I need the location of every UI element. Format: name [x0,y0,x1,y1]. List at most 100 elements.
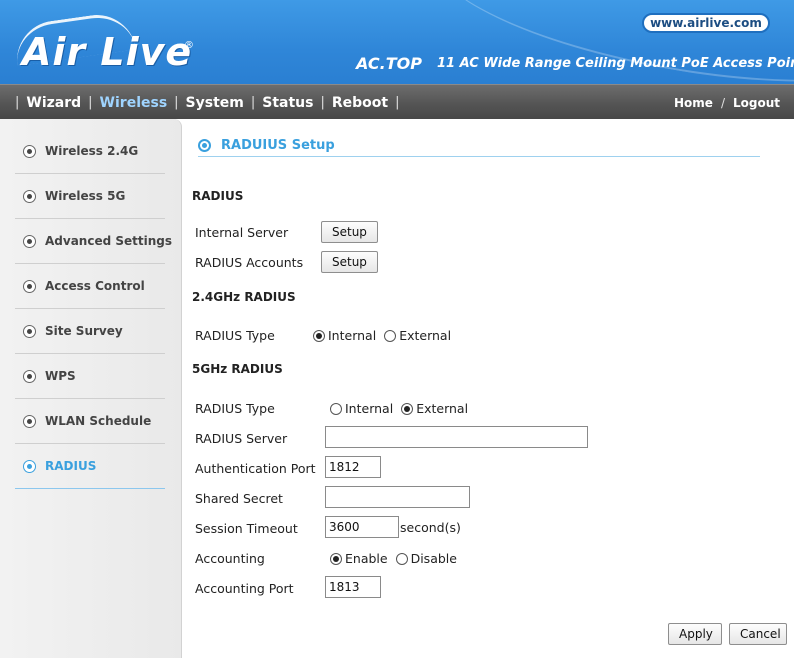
bullet-icon [23,279,36,293]
cancel-button[interactable]: Cancel [729,623,787,645]
auth-port-label: Authentication Port [195,460,316,476]
accounting-port-label: Accounting Port [195,580,294,596]
radius-5ghz-heading: 5GHz RADIUS [192,362,283,376]
sidebar-item-site-survey[interactable]: Site Survey [15,309,165,354]
top-nav-bar: | Wizard | Wireless | System | Status | … [0,84,794,119]
radius-5-type-label: RADIUS Type [195,400,275,416]
accounting-radios: Enable Disable [330,551,465,566]
nav-system[interactable]: System [186,95,244,111]
session-timeout-unit: second(s) [400,520,461,535]
user-menu: Home / Logout [674,85,780,120]
nav-slash: / [720,95,725,110]
sidebar-item-label: WLAN Schedule [45,414,152,428]
nav-status[interactable]: Status [262,95,313,111]
radius-24-type-label: RADIUS Type [195,327,275,343]
session-timeout-row: Session Timeout [195,516,298,540]
sidebar-item-label: Wireless 2.4G [45,144,139,158]
page-title-bar: RADUIUS Setup [198,135,760,157]
bullet-icon [23,189,36,203]
shared-secret-input[interactable] [325,486,470,508]
nav-separator: | [320,95,325,110]
sidebar-item-wlan-schedule[interactable]: WLAN Schedule [15,399,165,444]
radio-label: External [399,328,452,343]
radio-label: Internal [328,328,377,343]
sidebar-item-label: WPS [45,369,76,383]
radio-label: External [416,401,469,416]
website-link[interactable]: www.airlive.com [642,13,770,33]
header-banner: Air Live ® www.airlive.com AC.TOP 11 AC … [0,0,794,84]
auth-port-row: Authentication Port [195,456,316,480]
apply-button[interactable]: Apply [668,623,722,645]
session-timeout-label: Session Timeout [195,520,298,536]
sidebar-item-wireless-24g[interactable]: Wireless 2.4G [15,129,165,174]
radius-24-internal-radio[interactable] [313,329,325,342]
radius-heading: RADIUS [192,189,244,203]
radius-accounts-setup-button[interactable]: Setup [321,251,378,273]
radio-label: Enable [345,551,388,566]
radius-server-label: RADIUS Server [195,430,288,446]
radius-5-type-row: RADIUS Type [195,396,275,420]
nav-separator: | [88,95,93,110]
radius-24-external-radio[interactable] [384,329,397,342]
radius-server-input[interactable] [325,426,588,448]
model-description: 11 AC Wide Range Ceiling Mount PoE Acces… [437,56,794,71]
radius-5-type-radios: Internal External [330,401,476,416]
page-title: RADUIUS Setup [221,138,335,153]
bullet-icon [23,414,36,428]
nav-wireless[interactable]: Wireless [100,95,168,111]
radius-24-type-radios: Internal External [313,328,459,343]
bullet-icon [23,324,36,338]
session-timeout-input[interactable] [325,516,399,538]
logout-link[interactable]: Logout [733,96,780,110]
shared-secret-row: Shared Secret [195,486,283,510]
radius-5-external-radio[interactable] [401,402,414,415]
airlive-logo: Air Live [22,30,193,74]
main-content: RADUIUS Setup RADIUS Internal Server Set… [182,119,794,658]
nav-separator: | [395,95,400,110]
bullet-icon [23,234,36,248]
auth-port-input[interactable] [325,456,381,478]
sidebar-item-label: Access Control [45,279,145,293]
bullet-icon [23,459,36,473]
radius-5-internal-radio[interactable] [330,402,342,415]
nav-reboot[interactable]: Reboot [332,95,388,111]
internal-server-setup-button[interactable]: Setup [321,221,378,243]
main-menu: | Wizard | Wireless | System | Status | … [8,85,407,120]
sidebar-item-label: RADIUS [45,459,97,473]
home-link[interactable]: Home [674,96,713,110]
accounting-disable-radio[interactable] [395,552,408,565]
accounting-enable-radio[interactable] [330,552,342,565]
internal-server-label: Internal Server [195,224,289,240]
sidebar-item-wireless-5g[interactable]: Wireless 5G [15,174,165,219]
model-name: AC.TOP [356,54,422,73]
accounting-label: Accounting [195,550,265,566]
sidebar-item-advanced-settings[interactable]: Advanced Settings [15,219,172,264]
radius-24ghz-heading: 2.4GHz RADIUS [192,290,296,304]
sidebar-item-label: Wireless 5G [45,189,126,203]
radius-accounts-row: RADIUS Accounts [195,250,303,274]
sidebar-item-wps[interactable]: WPS [15,354,165,399]
internal-server-row: Internal Server [195,220,288,244]
sidebar-item-radius[interactable]: RADIUS [15,444,165,489]
nav-separator: | [15,95,20,110]
nav-wizard[interactable]: Wizard [26,95,81,111]
sidebar-item-label: Advanced Settings [45,234,173,248]
radius-server-row: RADIUS Server [195,426,287,450]
radio-label: Disable [410,551,457,566]
radio-label: Internal [345,401,394,416]
bullet-icon [23,369,36,383]
accounting-port-row: Accounting Port [195,576,294,600]
title-bullet-icon [198,139,211,152]
sidebar-item-label: Site Survey [45,324,123,338]
bullet-icon [23,144,36,158]
nav-separator: | [250,95,256,110]
registered-mark: ® [184,40,194,51]
shared-secret-label: Shared Secret [195,490,283,506]
accounting-row: Accounting [195,546,265,570]
radius-24-type-row: RADIUS Type [195,323,275,347]
accounting-port-input[interactable] [325,576,381,598]
sidebar-item-access-control[interactable]: Access Control [15,264,165,309]
sidebar: Wireless 2.4G Wireless 5G Advanced Setti… [0,119,182,658]
radius-accounts-label: RADIUS Accounts [195,254,304,270]
nav-separator: | [174,95,179,110]
